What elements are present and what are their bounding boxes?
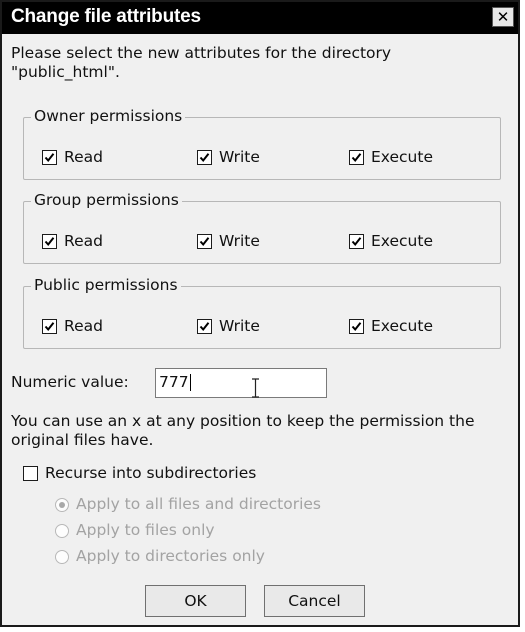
public-permissions-legend: Public permissions [31, 276, 181, 295]
owner-permissions-legend: Owner permissions [31, 107, 186, 126]
change-file-attributes-dialog: Change file attributes ✕ Please select t… [0, 0, 520, 627]
apply-all-radio[interactable] [55, 498, 69, 512]
checkmark-icon [199, 237, 210, 247]
owner-read-checkbox[interactable] [42, 150, 57, 165]
group-write-label[interactable]: Write [219, 232, 260, 251]
ibeam-cursor-icon [252, 378, 259, 398]
owner-write-label[interactable]: Write [219, 148, 260, 167]
checkmark-icon [199, 153, 210, 163]
public-write-label[interactable]: Write [219, 317, 260, 336]
checkmark-icon [44, 153, 55, 163]
title-bar[interactable]: Change file attributes ✕ [2, 2, 518, 34]
text-caret [189, 374, 191, 391]
checkmark-icon [44, 237, 55, 247]
group-write-checkbox[interactable] [197, 234, 212, 249]
checkmark-icon [351, 322, 362, 332]
apply-all-label[interactable]: Apply to all files and directories [76, 495, 321, 514]
instructions-text-line2: "public_html". [11, 63, 120, 81]
apply-files-radio[interactable] [55, 524, 69, 538]
owner-execute-checkbox[interactable] [349, 150, 364, 165]
ok-button[interactable]: OK [145, 585, 246, 617]
radio-selected-dot [59, 502, 65, 508]
numeric-value-text: 777 [159, 373, 189, 391]
close-button[interactable]: ✕ [492, 7, 514, 27]
cancel-button[interactable]: Cancel [264, 585, 365, 617]
recurse-label[interactable]: Recurse into subdirectories [45, 464, 256, 483]
public-read-label[interactable]: Read [64, 317, 103, 336]
group-permissions-group: Group permissions Read Write Execute [23, 191, 501, 264]
owner-execute-label[interactable]: Execute [371, 148, 433, 167]
numeric-value-label: Numeric value: [11, 373, 129, 391]
close-icon: ✕ [496, 8, 510, 26]
apply-directories-label[interactable]: Apply to directories only [76, 547, 265, 566]
hint-text-line1: You can use an x at any position to keep… [11, 412, 475, 430]
checkmark-icon [351, 153, 362, 163]
checkmark-icon [199, 322, 210, 332]
group-permissions-legend: Group permissions [31, 191, 182, 210]
hint-text-line2: original files have. [11, 431, 154, 449]
owner-read-label[interactable]: Read [64, 148, 103, 167]
dialog-title: Change file attributes [11, 6, 201, 27]
group-read-label[interactable]: Read [64, 232, 103, 251]
public-permissions-group: Public permissions Read Write Execute [23, 276, 501, 349]
checkmark-icon [351, 237, 362, 247]
owner-write-checkbox[interactable] [197, 150, 212, 165]
public-execute-label[interactable]: Execute [371, 317, 433, 336]
instructions-text-line1: Please select the new attributes for the… [11, 44, 392, 62]
apply-files-label[interactable]: Apply to files only [76, 521, 215, 540]
group-execute-label[interactable]: Execute [371, 232, 433, 251]
checkmark-icon [44, 322, 55, 332]
public-read-checkbox[interactable] [42, 319, 57, 334]
apply-directories-radio[interactable] [55, 550, 69, 564]
group-read-checkbox[interactable] [42, 234, 57, 249]
recurse-checkbox[interactable] [23, 466, 38, 481]
group-execute-checkbox[interactable] [349, 234, 364, 249]
owner-permissions-group: Owner permissions Read Write Execute [23, 107, 501, 180]
public-write-checkbox[interactable] [197, 319, 212, 334]
public-execute-checkbox[interactable] [349, 319, 364, 334]
numeric-value-input[interactable]: 777 [155, 368, 327, 398]
